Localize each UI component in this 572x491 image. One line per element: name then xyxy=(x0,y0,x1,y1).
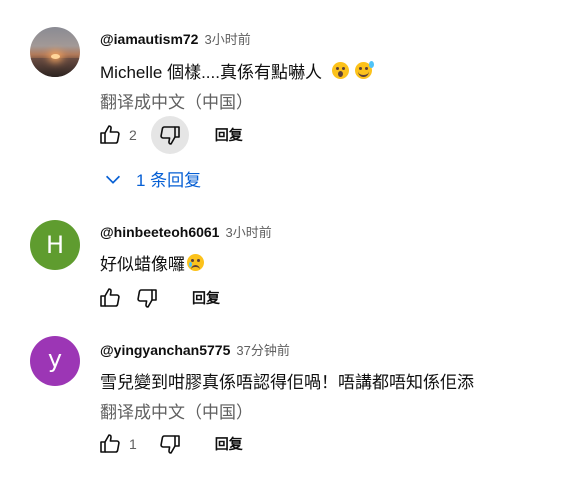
avatar[interactable]: H xyxy=(30,220,80,270)
dislike-button[interactable] xyxy=(151,425,189,463)
comment-thread: @iamautism72 3小时前 Michelle 個樣....真係有點嚇人 … xyxy=(0,0,572,200)
thumbs-up-icon xyxy=(100,434,120,453)
thumbs-up-icon xyxy=(100,288,120,307)
comment-author[interactable]: @iamautism72 xyxy=(100,31,198,47)
avatar-letter: H xyxy=(45,231,65,259)
thumbs-up-icon xyxy=(100,125,120,144)
avatar-letter: y xyxy=(47,345,63,373)
translate-link[interactable]: 翻译成中文（中国） xyxy=(100,398,253,423)
like-count: 1 xyxy=(129,436,137,452)
thumbs-down-icon xyxy=(137,289,157,308)
comment-text-row: 好似蜡像囉 xyxy=(100,250,204,275)
like-button[interactable] xyxy=(96,430,124,458)
dislike-button[interactable] xyxy=(150,116,189,154)
avatar-sea xyxy=(30,58,80,77)
translate-link[interactable]: 翻译成中文（中国） xyxy=(100,88,253,113)
view-replies-button[interactable]: 1 条回复 xyxy=(102,166,201,191)
comment-thread: H @hinbeeteoh6061 3小时前 好似蜡像囉 回复 xyxy=(0,200,572,320)
avatar[interactable]: y xyxy=(30,336,80,386)
replies-count: 1 条回复 xyxy=(136,171,202,190)
reply-button[interactable]: 回复 xyxy=(215,434,243,454)
chevron-down-icon xyxy=(105,175,121,184)
comment-author[interactable]: @yingyanchan5775 xyxy=(100,342,230,358)
like-button[interactable] xyxy=(96,284,124,312)
comment-author[interactable]: @hinbeeteoh6061 xyxy=(100,224,219,240)
comment-actions: 1 回复 xyxy=(96,426,243,462)
reply-button[interactable]: 回复 xyxy=(215,125,243,145)
thumbs-down-icon xyxy=(160,126,180,145)
comment-header: @hinbeeteoh6061 3小时前 xyxy=(100,222,272,241)
comment-actions: 回复 xyxy=(96,280,220,316)
comment-text-row: 雪兒變到咁膠真係唔認得佢喎！唔講都唔知係佢添 xyxy=(100,368,474,393)
comment-text: 好似蜡像囉 xyxy=(100,255,185,274)
comment-actions: 2 回复 xyxy=(96,116,243,154)
comment-time[interactable]: 3小时前 xyxy=(225,222,271,241)
astonished-face-emoji xyxy=(331,62,349,79)
comment-header: @yingyanchan5775 37分钟前 xyxy=(100,340,290,359)
comment-text: Michelle 個樣....真係有點嚇人 xyxy=(100,63,322,82)
comment-text: 雪兒變到咁膠真係唔認得佢喎！唔講都唔知係佢添 xyxy=(100,373,474,392)
like-button[interactable] xyxy=(96,121,124,149)
reply-button[interactable]: 回复 xyxy=(192,288,220,308)
comment-header: @iamautism72 3小时前 xyxy=(100,29,251,48)
thumbs-down-icon xyxy=(160,435,180,454)
comment-time[interactable]: 3小时前 xyxy=(204,29,250,48)
dislike-button[interactable] xyxy=(128,279,166,317)
avatar-sun xyxy=(51,54,60,59)
crying-face-emoji xyxy=(187,254,204,271)
avatar[interactable] xyxy=(30,27,80,77)
like-count: 2 xyxy=(129,127,137,143)
grinning-sweat-emoji xyxy=(354,61,374,79)
comment-text-row: Michelle 個樣....真係有點嚇人 xyxy=(100,58,374,83)
comment-thread: y @yingyanchan5775 37分钟前 雪兒變到咁膠真係唔認得佢喎！唔… xyxy=(0,320,572,491)
comment-time[interactable]: 37分钟前 xyxy=(236,340,289,359)
